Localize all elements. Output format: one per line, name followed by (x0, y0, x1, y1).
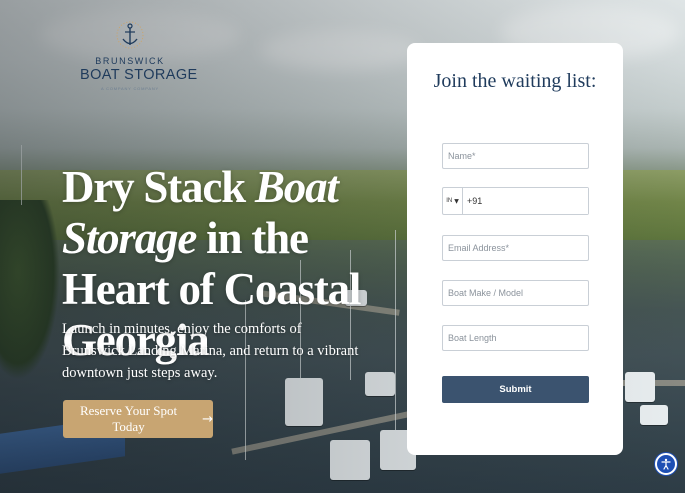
hero-title-italic2: Storage (62, 213, 197, 263)
form-title: Join the waiting list: (433, 70, 597, 92)
logo-text-top: BRUNSWICK (95, 56, 165, 66)
brand-logo[interactable]: BRUNSWICK BOAT STORAGE A COMPANY COMPANY (80, 18, 198, 91)
phone-input[interactable] (463, 188, 588, 214)
hero-title-part1: Dry Stack (62, 162, 255, 212)
phone-field: IN ▼ (442, 187, 589, 215)
reserve-spot-button[interactable]: Reserve Your Spot Today → (63, 400, 213, 438)
anchor-icon (116, 21, 144, 49)
boat-make-model-input[interactable] (442, 280, 589, 306)
waiting-list-form: Join the waiting list: IN ▼ Submit (407, 43, 623, 455)
submit-button[interactable]: Submit (442, 376, 589, 403)
logo-text-main: BOAT STORAGE (80, 67, 198, 83)
logo-text-sub: A COMPANY COMPANY (100, 86, 160, 91)
arrow-right-icon: → (202, 411, 213, 427)
hero-subtitle: Launch in minutes, enjoy the comforts of… (62, 321, 359, 381)
country-code-label: IN (446, 198, 453, 204)
caret-down-icon: ▼ (454, 197, 459, 205)
name-input[interactable] (442, 143, 589, 169)
reserve-spot-label: Reserve Your Spot Today (79, 403, 178, 434)
boat-length-input[interactable] (442, 325, 589, 351)
accessibility-button[interactable] (655, 453, 677, 475)
country-code-select[interactable]: IN ▼ (443, 188, 463, 214)
hero-title-italic1: Boat (254, 162, 339, 212)
email-input[interactable] (442, 235, 589, 261)
accessibility-icon (661, 458, 671, 470)
